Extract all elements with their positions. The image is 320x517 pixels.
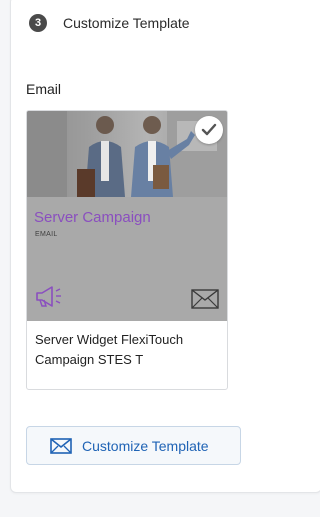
template-preview: Server Campaign EMAIL	[27, 111, 227, 321]
step-header: 3 Customize Template	[29, 12, 190, 34]
selected-check-icon	[195, 116, 223, 144]
section-label-email: Email	[26, 81, 62, 97]
template-card[interactable]: Server Campaign EMAIL Server Widget Flex…	[26, 110, 228, 390]
envelope-icon	[191, 289, 219, 314]
step-title: Customize Template	[63, 15, 190, 31]
customize-template-button[interactable]: Customize Template	[26, 426, 241, 465]
preview-campaign-subtitle: EMAIL	[35, 231, 58, 238]
step-number-badge: 3	[29, 14, 47, 32]
template-name: Server Widget FlexiTouch Campaign STES T	[35, 332, 184, 367]
envelope-icon	[50, 437, 72, 454]
customize-template-button-label: Customize Template	[82, 437, 209, 454]
megaphone-icon	[34, 284, 68, 313]
preview-campaign-title: Server Campaign	[34, 209, 151, 226]
